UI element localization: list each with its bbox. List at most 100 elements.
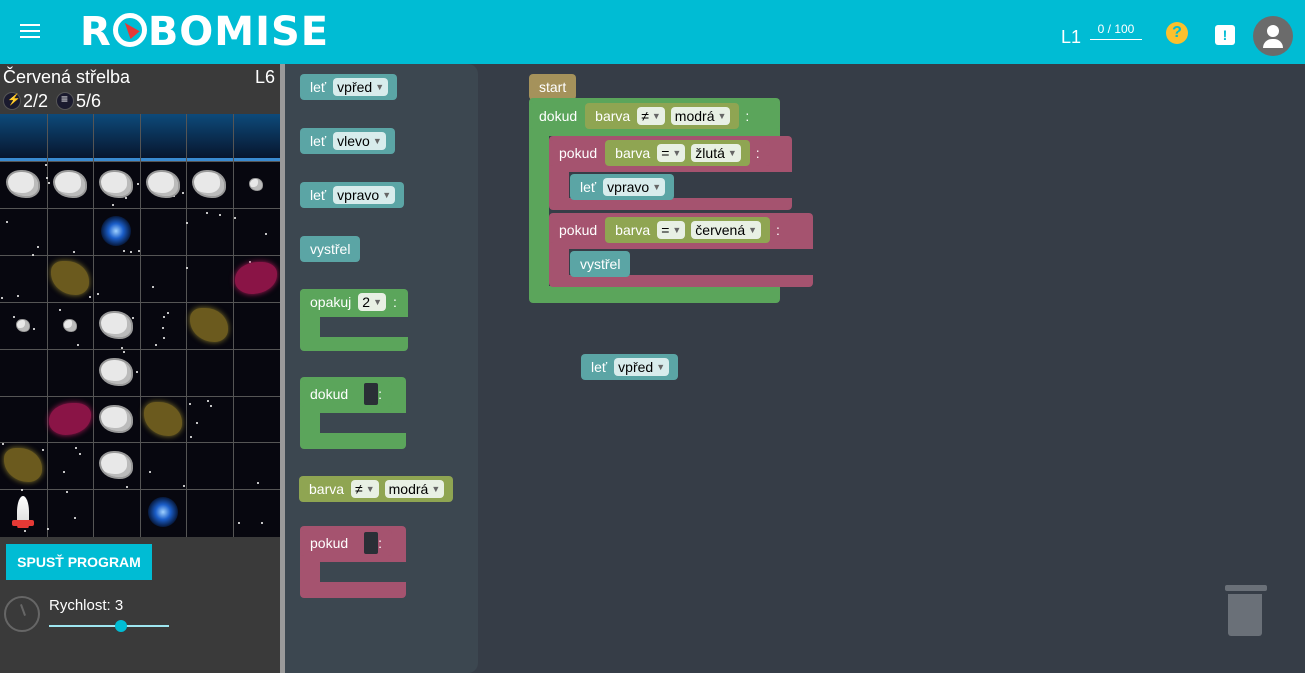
yellow-nebula-icon bbox=[190, 308, 228, 342]
star bbox=[210, 405, 212, 407]
fly-forward-block[interactable]: leť vpřed ▼ bbox=[581, 354, 679, 380]
small-asteroid-icon bbox=[249, 177, 263, 191]
toolbox-color-condition-block[interactable]: barva ≠ ▼ modrá ▼ bbox=[299, 476, 454, 502]
toolbox-if-block[interactable]: pokud : bbox=[300, 526, 406, 598]
level-code: L1 bbox=[1061, 27, 1082, 47]
asteroid-icon bbox=[192, 170, 226, 198]
trash-icon[interactable] bbox=[1225, 585, 1267, 637]
block-label: start bbox=[539, 79, 567, 95]
block-label: leť bbox=[310, 187, 327, 203]
direction-dropdown[interactable]: vpřed ▼ bbox=[614, 358, 670, 376]
star bbox=[207, 400, 209, 402]
run-program-button[interactable]: SPUSŤ PROGRAM bbox=[6, 544, 152, 580]
toolbox-shoot-block[interactable]: vystřel bbox=[300, 236, 361, 262]
direction-dropdown[interactable]: vpravo ▼ bbox=[603, 178, 666, 196]
star bbox=[75, 447, 77, 449]
star bbox=[196, 422, 198, 424]
star bbox=[17, 295, 19, 297]
star bbox=[189, 403, 191, 405]
progress-indicator: 0 / 100 bbox=[1090, 22, 1142, 40]
block-label: leť bbox=[310, 79, 327, 95]
red-nebula-icon bbox=[49, 403, 91, 435]
star bbox=[66, 491, 68, 493]
user-avatar[interactable] bbox=[1253, 16, 1293, 56]
board-cell bbox=[0, 161, 46, 207]
speed-slider-thumb[interactable] bbox=[115, 620, 127, 632]
star bbox=[152, 286, 154, 288]
star bbox=[63, 471, 65, 473]
operator-dropdown[interactable]: ≠ ▼ bbox=[351, 480, 379, 498]
while-header: dokud barva ≠ ▼ modrá ▼ : bbox=[529, 103, 780, 129]
asteroid-icon bbox=[53, 170, 87, 198]
small-asteroid-icon bbox=[63, 318, 77, 332]
start-block[interactable]: start bbox=[529, 74, 577, 100]
toolbox-fly-right-block[interactable]: leť vpravo ▼ bbox=[300, 182, 405, 208]
actions-icon bbox=[56, 92, 75, 110]
operator-dropdown[interactable]: = ▼ bbox=[657, 221, 686, 239]
star bbox=[97, 293, 99, 295]
speed-label: Rychlost: 3 bbox=[49, 597, 124, 614]
if-header: pokud barva = ▼ červená ▼ : bbox=[549, 217, 790, 243]
star bbox=[155, 344, 157, 346]
star bbox=[37, 246, 39, 248]
toolbox-while-block[interactable]: dokud : bbox=[300, 377, 406, 449]
feedback-icon[interactable]: ! bbox=[1215, 25, 1235, 45]
shoot-block[interactable]: vystřel bbox=[570, 251, 631, 277]
color-dropdown[interactable]: červená ▼ bbox=[691, 221, 762, 239]
board-cell bbox=[93, 349, 139, 395]
color-dropdown[interactable]: žlutá ▼ bbox=[691, 144, 741, 162]
robomise-logo[interactable]: R BOMISE bbox=[80, 10, 329, 54]
direction-dropdown[interactable]: vpřed ▼ bbox=[333, 78, 389, 96]
yellow-nebula-icon bbox=[51, 261, 89, 295]
block-label: barva bbox=[309, 481, 345, 497]
yellow-nebula-icon bbox=[144, 402, 182, 436]
if-condition[interactable]: barva = ▼ červená ▼ bbox=[605, 217, 771, 243]
asteroid-icon bbox=[99, 358, 133, 386]
star bbox=[206, 212, 208, 214]
toolbox-fly-left-block[interactable]: leť vlevo ▼ bbox=[300, 128, 395, 154]
star bbox=[167, 312, 169, 314]
color-dropdown[interactable]: modrá ▼ bbox=[384, 480, 445, 498]
star bbox=[73, 251, 75, 253]
actions-count: 5/6 bbox=[76, 91, 102, 111]
repeat-count-dropdown[interactable]: 2 ▼ bbox=[358, 293, 386, 311]
if-condition[interactable]: barva = ▼ žlutá ▼ bbox=[605, 140, 750, 166]
asteroid-icon bbox=[99, 405, 133, 433]
board-cell bbox=[93, 396, 139, 442]
while-header: dokud : bbox=[300, 381, 393, 407]
repeat-header: opakuj 2 ▼ : bbox=[300, 289, 407, 315]
block-label: vystřel bbox=[310, 241, 351, 257]
program-workspace[interactable]: start dokud barva ≠ ▼ modrá ▼ : pokud barv… bbox=[478, 64, 1305, 673]
board-cell bbox=[140, 396, 186, 442]
yellow-nebula-icon bbox=[4, 448, 42, 482]
toolbox-fly-forward-block[interactable]: leť vpřed ▼ bbox=[300, 74, 398, 100]
board-cell bbox=[186, 302, 232, 348]
block-label: pokud bbox=[559, 145, 598, 161]
speedometer-icon bbox=[4, 596, 40, 632]
block-label: leť bbox=[310, 133, 327, 149]
block-label: dokud bbox=[310, 386, 349, 402]
board-cell bbox=[0, 442, 46, 488]
if-header: pokud barva = ▼ žlutá ▼ : bbox=[549, 140, 770, 166]
while-condition[interactable]: barva ≠ ▼ modrá ▼ bbox=[585, 103, 740, 129]
color-dropdown[interactable]: modrá ▼ bbox=[670, 107, 731, 125]
wormhole-icon bbox=[101, 216, 131, 246]
progress-text: 0 / 100 bbox=[1097, 22, 1135, 36]
top-app-bar: R BOMISE L1 0 / 100 ? ! bbox=[0, 0, 1305, 64]
direction-dropdown[interactable]: vlevo ▼ bbox=[333, 132, 386, 150]
fly-right-block[interactable]: leť vpravo ▼ bbox=[570, 174, 675, 200]
block-label: leť bbox=[591, 359, 608, 375]
star bbox=[163, 337, 165, 339]
asteroid-icon bbox=[6, 170, 40, 198]
help-icon[interactable]: ? bbox=[1166, 22, 1188, 44]
condition-slot[interactable] bbox=[364, 532, 378, 554]
menu-icon[interactable] bbox=[18, 20, 46, 44]
operator-dropdown[interactable]: ≠ ▼ bbox=[637, 107, 665, 125]
game-board bbox=[0, 114, 280, 537]
toolbox-repeat-block[interactable]: opakuj 2 ▼ : bbox=[300, 289, 408, 351]
direction-dropdown[interactable]: vpravo ▼ bbox=[333, 186, 396, 204]
condition-slot[interactable] bbox=[364, 383, 378, 405]
speed-slider[interactable] bbox=[49, 625, 169, 627]
operator-dropdown[interactable]: = ▼ bbox=[657, 144, 686, 162]
if-header: pokud : bbox=[300, 530, 393, 556]
